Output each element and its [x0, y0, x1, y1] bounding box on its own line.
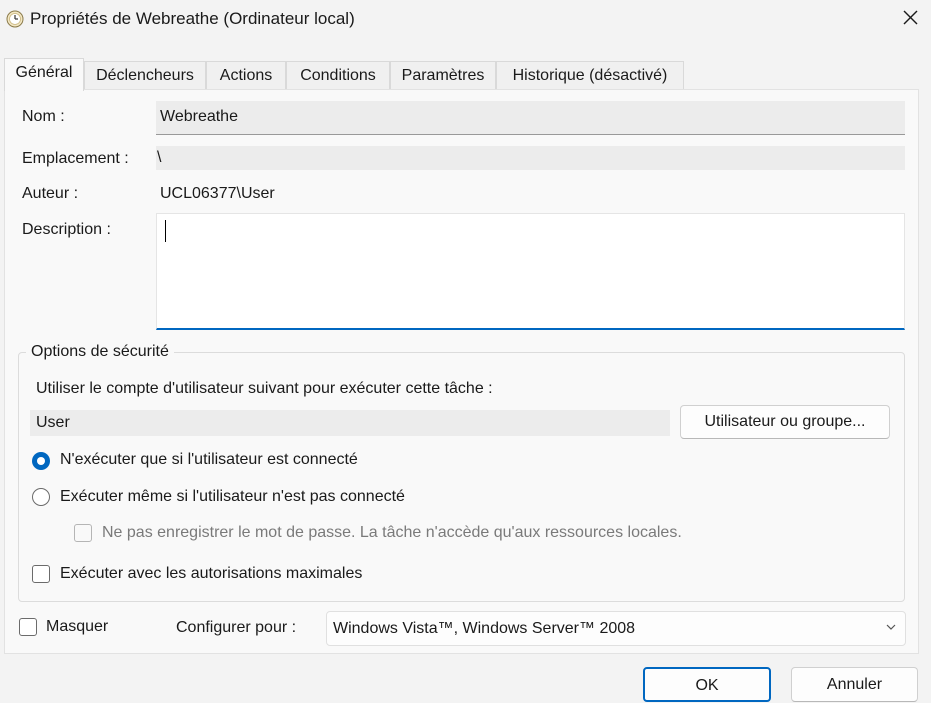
tab-actions[interactable]: Actions — [206, 61, 286, 90]
description-label: Description : — [22, 221, 111, 238]
configure-for-select[interactable]: Windows Vista™, Windows Server™ 2008 — [326, 611, 906, 646]
user-or-group-button[interactable]: Utilisateur ou groupe... — [680, 405, 890, 439]
task-scheduler-clock-icon — [6, 10, 24, 28]
close-icon — [903, 10, 918, 25]
tab-triggers[interactable]: Déclencheurs — [84, 61, 206, 90]
do-not-store-password-checkbox[interactable] — [74, 524, 92, 542]
configure-for-label: Configurer pour : — [176, 619, 297, 636]
run-whether-logged-on-label[interactable]: Exécuter même si l'utilisateur n'est pas… — [60, 488, 405, 506]
cancel-button[interactable]: Annuler — [791, 667, 918, 702]
name-value: Webreathe — [160, 108, 238, 125]
user-account-field: User — [30, 410, 670, 436]
tab-strip: Général Déclencheurs Actions Conditions … — [0, 58, 931, 91]
account-prompt: Utiliser le compte d'utilisateur suivant… — [36, 380, 493, 397]
title-bar: Propriétés de Webreathe (Ordinateur loca… — [0, 0, 931, 40]
user-account-value: User — [36, 414, 70, 431]
text-caret — [165, 220, 166, 242]
location-field — [156, 146, 905, 170]
name-field[interactable]: Webreathe — [156, 101, 905, 135]
tab-conditions[interactable]: Conditions — [286, 61, 390, 90]
close-button[interactable] — [890, 0, 931, 38]
run-only-logged-on-radio[interactable] — [32, 452, 50, 470]
hidden-checkbox[interactable] — [19, 618, 37, 636]
location-value: \ — [157, 149, 162, 166]
name-label: Nom : — [22, 108, 65, 125]
author-value: UCL06377\User — [160, 185, 275, 202]
tab-general[interactable]: Général — [4, 58, 84, 91]
window-title: Propriétés de Webreathe (Ordinateur loca… — [30, 9, 355, 28]
location-label: Emplacement : — [22, 150, 129, 167]
run-whether-logged-on-radio[interactable] — [32, 488, 50, 506]
hidden-label[interactable]: Masquer — [46, 618, 108, 636]
configure-for-value: Windows Vista™, Windows Server™ 2008 — [333, 620, 636, 637]
author-label: Auteur : — [22, 185, 79, 202]
security-options-title: Options de sécurité — [26, 343, 174, 361]
tab-settings[interactable]: Paramètres — [390, 61, 496, 90]
ok-button[interactable]: OK — [643, 667, 771, 702]
tab-history[interactable]: Historique (désactivé) — [496, 61, 684, 90]
description-textarea[interactable] — [156, 213, 905, 330]
highest-privileges-checkbox[interactable] — [32, 565, 50, 583]
highest-privileges-label[interactable]: Exécuter avec les autorisations maximale… — [60, 565, 362, 583]
run-only-logged-on-label[interactable]: N'exécuter que si l'utilisateur est conn… — [60, 451, 358, 469]
chevron-down-icon — [886, 624, 896, 630]
do-not-store-password-label: Ne pas enregistrer le mot de passe. La t… — [102, 524, 682, 541]
